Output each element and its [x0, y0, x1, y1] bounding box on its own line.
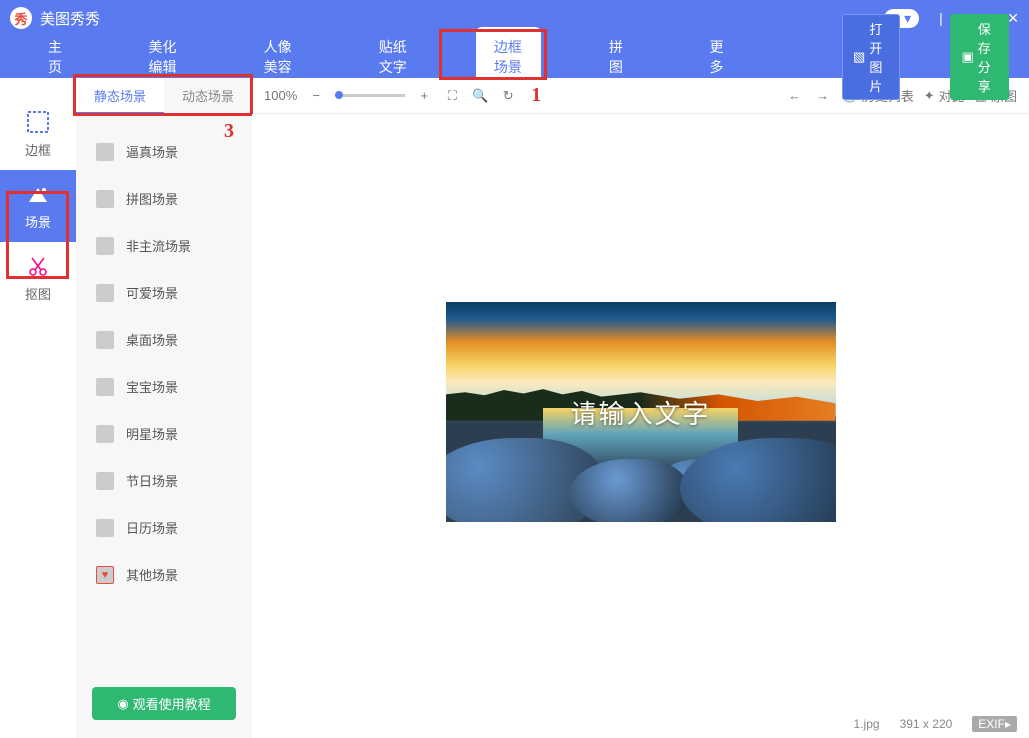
tutorial-button-label: 观看使用教程 [133, 694, 211, 713]
exif-label: EXIF [978, 717, 1005, 731]
scene-icon-desktop [96, 331, 114, 349]
save-icon: ▣ [962, 49, 974, 65]
frame-icon [26, 110, 50, 134]
scene-icon-nonmainstream [96, 237, 114, 255]
zoom-level: 100% [264, 88, 297, 103]
body-area: 边框 场景 抠图 2 静态场景 动态场景 3 逼真场景 拼图场景 非主流场景 [0, 78, 1029, 738]
rail-cutout[interactable]: 抠图 [0, 242, 76, 314]
app-logo-icon: 秀 [10, 7, 32, 29]
scene-item-label: 拼图场景 [126, 189, 178, 208]
rail-frame[interactable]: 边框 [0, 98, 76, 170]
refresh-icon[interactable]: ↻ [499, 88, 517, 104]
scene-item-collage[interactable]: 拼图场景 [76, 175, 252, 222]
zoom-slider[interactable] [335, 94, 405, 97]
app-title: 美图秀秀 [40, 8, 884, 29]
open-image-button[interactable]: ▧ 打开图片 [842, 14, 899, 100]
rail-cutout-label: 抠图 [25, 284, 51, 303]
scene-icon-other [96, 566, 114, 584]
scene-list: 逼真场景 拼图场景 非主流场景 可爱场景 桌面场景 宝宝场景 明星场景 节日场景… [76, 114, 252, 677]
magnify-icon[interactable]: 🔍 [471, 88, 489, 104]
open-image-label: 打开图片 [869, 19, 888, 95]
image-dimensions: 391 x 220 [900, 717, 953, 731]
undo-icon[interactable]: ← [786, 88, 804, 103]
scene-icon-realistic [96, 143, 114, 161]
scene-tabs: 静态场景 动态场景 [76, 78, 252, 114]
main-nav: 主页 美化编辑 人像美容 贴纸文字 边框场景 拼图 更多 ▧ 打开图片 ▣ 保存… [0, 36, 1029, 78]
scene-item-label: 桌面场景 [126, 330, 178, 349]
scene-icon-cute [96, 284, 114, 302]
tab-static-scene[interactable]: 静态场景 [76, 78, 164, 114]
scene-item-calendar[interactable]: 日历场景 [76, 504, 252, 551]
zoom-out-icon[interactable]: − [307, 88, 325, 103]
save-share-button[interactable]: ▣ 保存分享 [950, 14, 1009, 100]
scene-icon-star [96, 425, 114, 443]
divider-icon: | [939, 10, 943, 26]
eye-icon: ◉ [117, 696, 128, 712]
scene-icon-calendar [96, 519, 114, 537]
cutout-icon [26, 254, 50, 278]
scene-item-desktop[interactable]: 桌面场景 [76, 316, 252, 363]
scene-item-other[interactable]: 其他场景 [76, 551, 252, 598]
tab-dynamic-scene[interactable]: 动态场景 [164, 78, 252, 114]
scene-icon-collage [96, 190, 114, 208]
zoom-in-icon[interactable]: + [415, 88, 433, 103]
annotation-label-3: 3 [224, 120, 234, 143]
annotation-label-1: 1 [531, 84, 541, 107]
scene-item-label: 日历场景 [126, 518, 178, 537]
fit-icon[interactable]: ⛶ [443, 88, 461, 104]
scene-item-nonmainstream[interactable]: 非主流场景 [76, 222, 252, 269]
status-bar: 1.jpg 391 x 220 EXIF▸ [252, 710, 1029, 738]
redo-icon[interactable]: → [814, 88, 832, 103]
tutorial-button[interactable]: ◉ 观看使用教程 [92, 687, 236, 720]
scene-item-label: 宝宝场景 [126, 377, 178, 396]
filename: 1.jpg [854, 717, 880, 731]
exif-button[interactable]: EXIF▸ [972, 716, 1017, 732]
nav-more[interactable]: 更多 [691, 27, 742, 87]
scene-icon-baby [96, 378, 114, 396]
rail-scene-label: 场景 [25, 212, 51, 231]
scene-panel: 静态场景 动态场景 3 逼真场景 拼图场景 非主流场景 可爱场景 桌面场景 宝宝… [76, 78, 252, 738]
scene-item-holiday[interactable]: 节日场景 [76, 457, 252, 504]
nav-frame-scene[interactable]: 边框场景 [476, 27, 541, 87]
close-icon[interactable]: ✕ [1007, 10, 1019, 27]
canvas-area: 100% − + ⛶ 🔍 ↻ 1 ← → 🕑 历史列表 ✦ 对比 ▧ 原图 [252, 78, 1029, 738]
scene-item-label: 明星场景 [126, 424, 178, 443]
preview-image[interactable]: 请输入文字 [446, 302, 836, 522]
star-icon: ✦ [924, 88, 935, 104]
scene-item-label: 非主流场景 [126, 236, 191, 255]
scene-item-label: 节日场景 [126, 471, 178, 490]
left-rail: 边框 场景 抠图 2 [0, 78, 76, 738]
scene-item-label: 可爱场景 [126, 283, 178, 302]
rail-frame-label: 边框 [25, 140, 51, 159]
scene-icon [26, 182, 50, 206]
scene-icon-holiday [96, 472, 114, 490]
nav-portrait[interactable]: 人像美容 [246, 27, 311, 87]
nav-sticker[interactable]: 贴纸文字 [361, 27, 426, 87]
scene-item-star[interactable]: 明星场景 [76, 410, 252, 457]
canvas[interactable]: 请输入文字 [252, 114, 1029, 710]
scene-item-label: 其他场景 [126, 565, 178, 584]
image-icon: ▧ [853, 49, 865, 65]
nav-collage[interactable]: 拼图 [591, 27, 642, 87]
save-share-label: 保存分享 [978, 19, 997, 95]
scene-item-cute[interactable]: 可爱场景 [76, 269, 252, 316]
scene-item-baby[interactable]: 宝宝场景 [76, 363, 252, 410]
text-placeholder[interactable]: 请输入文字 [446, 394, 836, 431]
rail-scene[interactable]: 场景 [0, 170, 76, 242]
scene-item-label: 逼真场景 [126, 142, 178, 161]
